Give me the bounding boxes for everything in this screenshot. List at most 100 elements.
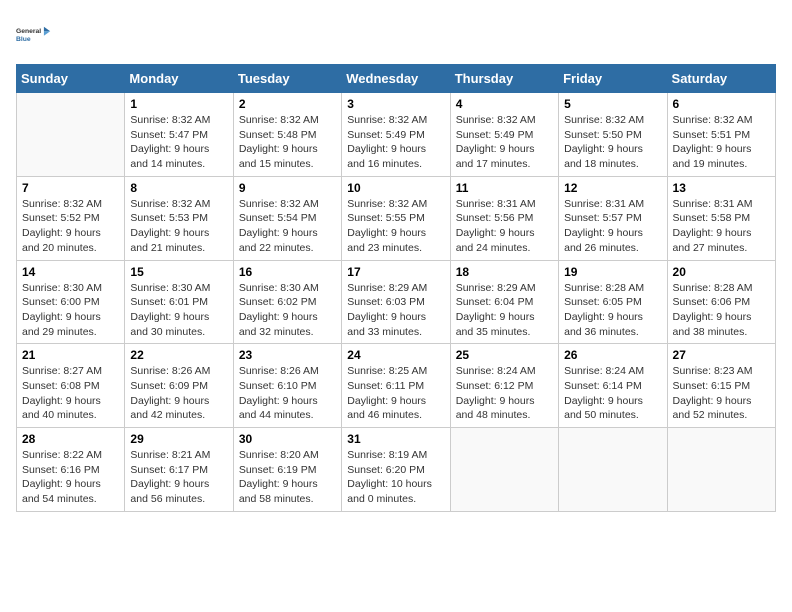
daylight: Daylight: 9 hours and 14 minutes. xyxy=(130,143,209,170)
day-number: 25 xyxy=(456,348,553,362)
day-number: 23 xyxy=(239,348,336,362)
day-cell: 20 Sunrise: 8:28 AM Sunset: 6:06 PM Dayl… xyxy=(667,260,775,344)
day-number: 3 xyxy=(347,97,444,111)
day-info: Sunrise: 8:32 AM Sunset: 5:49 PM Dayligh… xyxy=(456,113,553,172)
day-cell: 25 Sunrise: 8:24 AM Sunset: 6:12 PM Dayl… xyxy=(450,344,558,428)
day-number: 5 xyxy=(564,97,661,111)
day-number: 11 xyxy=(456,181,553,195)
sunset: Sunset: 6:04 PM xyxy=(456,296,534,308)
day-number: 15 xyxy=(130,265,227,279)
daylight: Daylight: 9 hours and 38 minutes. xyxy=(673,311,752,338)
day-cell xyxy=(667,428,775,512)
day-info: Sunrise: 8:21 AM Sunset: 6:17 PM Dayligh… xyxy=(130,448,227,507)
sunrise: Sunrise: 8:29 AM xyxy=(456,282,536,294)
header-row: SundayMondayTuesdayWednesdayThursdayFrid… xyxy=(17,65,776,93)
week-row-4: 28 Sunrise: 8:22 AM Sunset: 6:16 PM Dayl… xyxy=(17,428,776,512)
day-info: Sunrise: 8:31 AM Sunset: 5:57 PM Dayligh… xyxy=(564,197,661,256)
day-number: 4 xyxy=(456,97,553,111)
sunset: Sunset: 5:57 PM xyxy=(564,212,642,224)
sunrise: Sunrise: 8:31 AM xyxy=(564,198,644,210)
daylight: Daylight: 9 hours and 50 minutes. xyxy=(564,395,643,422)
day-info: Sunrise: 8:22 AM Sunset: 6:16 PM Dayligh… xyxy=(22,448,119,507)
day-cell: 6 Sunrise: 8:32 AM Sunset: 5:51 PM Dayli… xyxy=(667,93,775,177)
daylight: Daylight: 9 hours and 22 minutes. xyxy=(239,227,318,254)
sunrise: Sunrise: 8:32 AM xyxy=(130,114,210,126)
sunrise: Sunrise: 8:30 AM xyxy=(239,282,319,294)
sunrise: Sunrise: 8:32 AM xyxy=(456,114,536,126)
sunrise: Sunrise: 8:24 AM xyxy=(564,365,644,377)
day-cell: 28 Sunrise: 8:22 AM Sunset: 6:16 PM Dayl… xyxy=(17,428,125,512)
svg-text:General: General xyxy=(16,28,41,35)
daylight: Daylight: 9 hours and 17 minutes. xyxy=(456,143,535,170)
day-info: Sunrise: 8:30 AM Sunset: 6:00 PM Dayligh… xyxy=(22,281,119,340)
day-info: Sunrise: 8:32 AM Sunset: 5:48 PM Dayligh… xyxy=(239,113,336,172)
sunrise: Sunrise: 8:27 AM xyxy=(22,365,102,377)
sunrise: Sunrise: 8:30 AM xyxy=(130,282,210,294)
daylight: Daylight: 9 hours and 29 minutes. xyxy=(22,311,101,338)
sunrise: Sunrise: 8:22 AM xyxy=(22,449,102,461)
daylight: Daylight: 9 hours and 27 minutes. xyxy=(673,227,752,254)
day-info: Sunrise: 8:20 AM Sunset: 6:19 PM Dayligh… xyxy=(239,448,336,507)
day-info: Sunrise: 8:26 AM Sunset: 6:10 PM Dayligh… xyxy=(239,364,336,423)
sunset: Sunset: 5:53 PM xyxy=(130,212,208,224)
day-info: Sunrise: 8:28 AM Sunset: 6:05 PM Dayligh… xyxy=(564,281,661,340)
daylight: Daylight: 9 hours and 18 minutes. xyxy=(564,143,643,170)
daylight: Daylight: 9 hours and 52 minutes. xyxy=(673,395,752,422)
sunset: Sunset: 6:16 PM xyxy=(22,464,100,476)
calendar-header: SundayMondayTuesdayWednesdayThursdayFrid… xyxy=(17,65,776,93)
sunset: Sunset: 5:47 PM xyxy=(130,129,208,141)
sunrise: Sunrise: 8:31 AM xyxy=(456,198,536,210)
day-cell: 21 Sunrise: 8:27 AM Sunset: 6:08 PM Dayl… xyxy=(17,344,125,428)
sunrise: Sunrise: 8:32 AM xyxy=(239,198,319,210)
day-number: 28 xyxy=(22,432,119,446)
sunrise: Sunrise: 8:28 AM xyxy=(564,282,644,294)
day-number: 1 xyxy=(130,97,227,111)
daylight: Daylight: 9 hours and 36 minutes. xyxy=(564,311,643,338)
day-cell: 11 Sunrise: 8:31 AM Sunset: 5:56 PM Dayl… xyxy=(450,176,558,260)
sunrise: Sunrise: 8:32 AM xyxy=(673,114,753,126)
daylight: Daylight: 9 hours and 42 minutes. xyxy=(130,395,209,422)
sunrise: Sunrise: 8:32 AM xyxy=(239,114,319,126)
day-number: 9 xyxy=(239,181,336,195)
daylight: Daylight: 9 hours and 16 minutes. xyxy=(347,143,426,170)
day-cell: 1 Sunrise: 8:32 AM Sunset: 5:47 PM Dayli… xyxy=(125,93,233,177)
day-info: Sunrise: 8:30 AM Sunset: 6:01 PM Dayligh… xyxy=(130,281,227,340)
week-row-2: 14 Sunrise: 8:30 AM Sunset: 6:00 PM Dayl… xyxy=(17,260,776,344)
sunrise: Sunrise: 8:21 AM xyxy=(130,449,210,461)
day-number: 16 xyxy=(239,265,336,279)
sunrise: Sunrise: 8:32 AM xyxy=(347,114,427,126)
daylight: Daylight: 9 hours and 46 minutes. xyxy=(347,395,426,422)
day-cell: 5 Sunrise: 8:32 AM Sunset: 5:50 PM Dayli… xyxy=(559,93,667,177)
sunrise: Sunrise: 8:28 AM xyxy=(673,282,753,294)
sunrise: Sunrise: 8:30 AM xyxy=(22,282,102,294)
daylight: Daylight: 9 hours and 15 minutes. xyxy=(239,143,318,170)
sunset: Sunset: 6:06 PM xyxy=(673,296,751,308)
daylight: Daylight: 9 hours and 58 minutes. xyxy=(239,478,318,505)
day-number: 22 xyxy=(130,348,227,362)
day-number: 13 xyxy=(673,181,770,195)
sunset: Sunset: 5:56 PM xyxy=(456,212,534,224)
daylight: Daylight: 9 hours and 30 minutes. xyxy=(130,311,209,338)
sunset: Sunset: 6:17 PM xyxy=(130,464,208,476)
daylight: Daylight: 10 hours and 0 minutes. xyxy=(347,478,432,505)
sunset: Sunset: 6:11 PM xyxy=(347,380,424,392)
daylight: Daylight: 9 hours and 40 minutes. xyxy=(22,395,101,422)
week-row-1: 7 Sunrise: 8:32 AM Sunset: 5:52 PM Dayli… xyxy=(17,176,776,260)
day-number: 30 xyxy=(239,432,336,446)
day-number: 18 xyxy=(456,265,553,279)
day-cell: 16 Sunrise: 8:30 AM Sunset: 6:02 PM Dayl… xyxy=(233,260,341,344)
sunrise: Sunrise: 8:20 AM xyxy=(239,449,319,461)
daylight: Daylight: 9 hours and 19 minutes. xyxy=(673,143,752,170)
day-cell: 29 Sunrise: 8:21 AM Sunset: 6:17 PM Dayl… xyxy=(125,428,233,512)
day-number: 27 xyxy=(673,348,770,362)
day-cell: 26 Sunrise: 8:24 AM Sunset: 6:14 PM Dayl… xyxy=(559,344,667,428)
day-cell: 10 Sunrise: 8:32 AM Sunset: 5:55 PM Dayl… xyxy=(342,176,450,260)
day-cell xyxy=(559,428,667,512)
day-number: 29 xyxy=(130,432,227,446)
header-day-tuesday: Tuesday xyxy=(233,65,341,93)
sunrise: Sunrise: 8:31 AM xyxy=(673,198,753,210)
day-cell: 13 Sunrise: 8:31 AM Sunset: 5:58 PM Dayl… xyxy=(667,176,775,260)
day-cell: 7 Sunrise: 8:32 AM Sunset: 5:52 PM Dayli… xyxy=(17,176,125,260)
day-number: 8 xyxy=(130,181,227,195)
day-info: Sunrise: 8:32 AM Sunset: 5:47 PM Dayligh… xyxy=(130,113,227,172)
